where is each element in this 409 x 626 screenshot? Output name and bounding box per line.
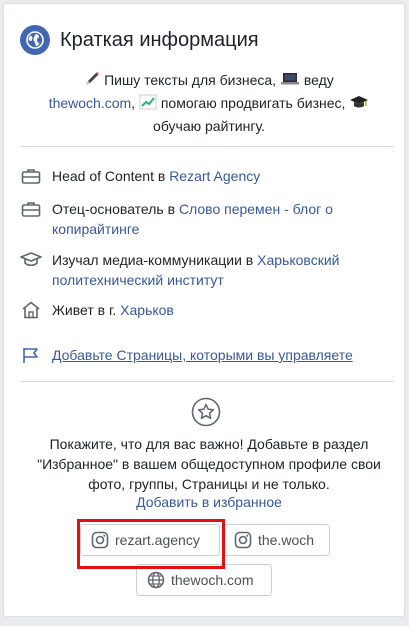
laptop-icon [280, 71, 300, 93]
comma: , [131, 95, 139, 111]
info-prefix: Head of Content в [52, 168, 170, 184]
info-prefix: Изучал медиа-коммуникации в [52, 252, 258, 268]
briefcase-icon [20, 166, 42, 186]
house-icon [20, 300, 42, 320]
add-pages-link[interactable]: Добавьте Страницы, которыми вы управляет… [20, 345, 353, 365]
info-row-founder: Отец-основатель в Слово перемен - блог о… [20, 199, 394, 239]
flag-icon [20, 345, 42, 365]
info-row-location: Живет в г. Харьков [20, 300, 394, 320]
info-link-city[interactable]: Харьков [120, 302, 174, 318]
info-row-education: Изучал медиа-коммуникации в Харьковский … [20, 250, 394, 290]
info-link-rezart-agency[interactable]: Rezart Agency [169, 168, 260, 184]
chip-label: thewoch.com [171, 572, 254, 588]
graduation-cap-icon [20, 250, 42, 270]
bio-line-3: обучаю райтингу. [153, 118, 265, 134]
card-header: Краткая информация [20, 24, 259, 56]
bio-line-1: Пишу тексты для бизнеса, веду [24, 70, 394, 93]
chart-increasing-icon [139, 94, 157, 116]
intro-card: Краткая информация Пишу тексты для бизне… [3, 3, 405, 617]
briefcase-icon [20, 199, 42, 219]
chip-instagram-thewoch[interactable]: the.woch [223, 524, 330, 556]
globe-icon [20, 25, 50, 55]
globe-icon [147, 571, 165, 589]
divider [20, 146, 394, 147]
info-prefix: Отец-основатель в [52, 201, 179, 217]
bio-text-2: веду [299, 72, 334, 88]
instagram-icon [234, 531, 252, 549]
chip-label: the.woch [258, 532, 315, 548]
featured-promo-text: Покажите, что для вас важно! Добавьте в … [37, 436, 381, 492]
info-text: Отец-основатель в Слово перемен - блог о… [52, 199, 394, 239]
info-text: Живет в г. Харьков [52, 300, 394, 320]
graduation-cap-emoji-icon [349, 94, 369, 116]
add-featured-link[interactable]: Добавить в избранное [24, 492, 394, 512]
highlight-box [77, 519, 225, 569]
info-text: Изучал медиа-коммуникации в Харьковский … [52, 250, 394, 290]
site-link[interactable]: thewoch.com [49, 95, 131, 111]
add-pages-label: Добавьте Страницы, которыми вы управляет… [52, 347, 353, 363]
pen-icon [84, 71, 100, 93]
card-title: Краткая информация [60, 28, 259, 51]
bio-text: Пишу тексты для бизнеса, веду thewoch.co… [24, 70, 394, 137]
star-icon [191, 397, 221, 427]
info-text: Head of Content в Rezart Agency [52, 166, 394, 186]
bio-line-2: thewoch.com, помогаю продвигать бизнес, [24, 93, 394, 116]
bio-text-3: помогаю продвигать бизнес, [156, 95, 350, 111]
info-prefix: Живет в г. [52, 302, 121, 318]
divider [20, 381, 394, 382]
bio-text-1: Пишу тексты для бизнеса, [100, 72, 280, 88]
info-row-job: Head of Content в Rezart Agency [20, 166, 394, 186]
